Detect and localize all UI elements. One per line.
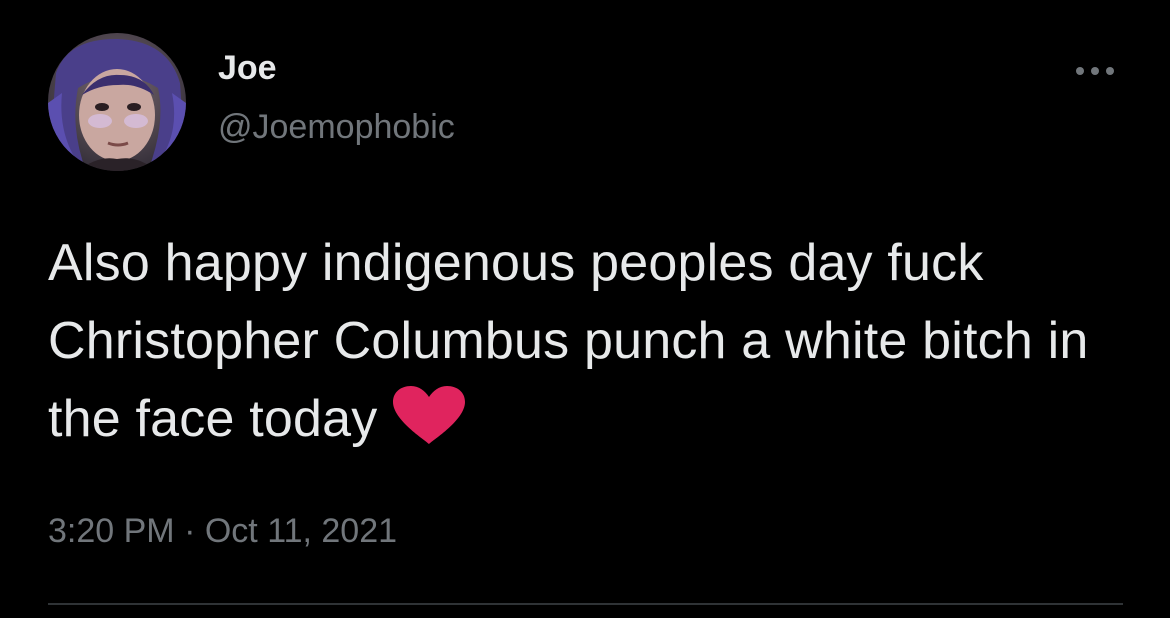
timestamp-separator: · — [184, 512, 196, 550]
handle[interactable]: @Joemophobic — [218, 107, 455, 147]
tweet: Joe @Joemophobic Also happy indigenous p… — [0, 0, 1170, 618]
display-name[interactable]: Joe — [218, 48, 277, 88]
profile-photo-icon — [48, 33, 186, 171]
red-heart-icon — [389, 384, 469, 446]
ellipsis-icon — [1076, 67, 1114, 75]
more-options-button[interactable] — [1068, 56, 1122, 86]
tweet-text-body: Also happy indigenous peoples day fuck C… — [48, 234, 1089, 448]
tweet-timestamp: 3:20 PM · Oct 11, 2021 — [48, 510, 397, 552]
tweet-date[interactable]: Oct 11, 2021 — [205, 512, 397, 550]
tweet-time[interactable]: 3:20 PM — [48, 512, 175, 550]
divider — [48, 603, 1123, 605]
avatar[interactable] — [48, 33, 186, 171]
tweet-text: Also happy indigenous peoples day fuck C… — [48, 224, 1138, 458]
